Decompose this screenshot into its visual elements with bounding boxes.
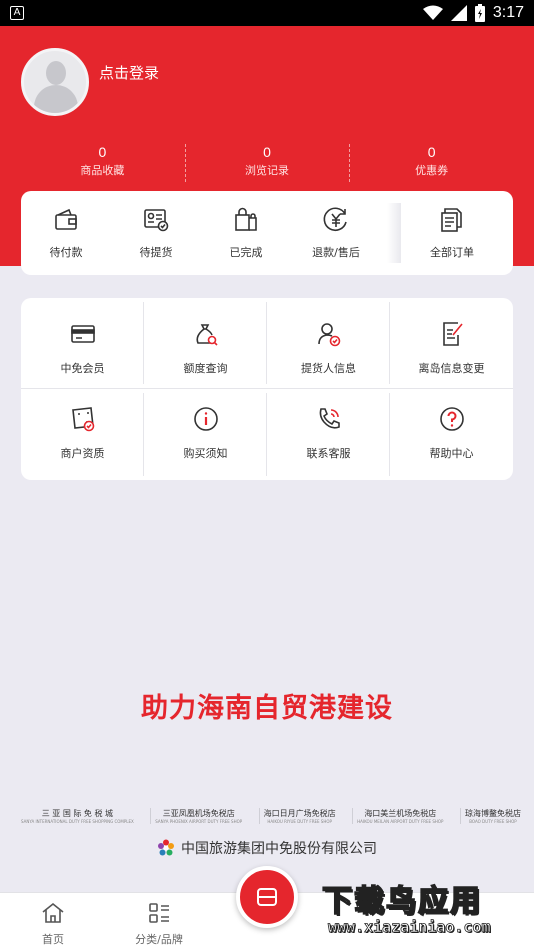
company-footer: 中国旅游集团中免股份有限公司 [0,838,534,858]
partner-logo: 海口日月广场免税店 HAIKOU RIYUE DUTY FREE SHOP [258,808,336,824]
shop-icon [257,888,277,906]
partner-logo: 三 亚 国 际 免 税 城 SANYA INTERNATIONAL DUTY FR… [21,808,134,824]
partner-name: 三亚凤凰机场免税店 [162,809,235,818]
partner-logo: 三亚凤凰机场免税店 SANYA PHOENIX AIRPORT DUTY FREE… [150,808,242,824]
partner-sub: HAIKOU MEILAN AIRPORT DUTY FREE SHOP [357,819,444,824]
member-card-icon [70,325,95,343]
order-card: 待付款 待提货 已完成 退款/售后 全部订单 [21,191,513,275]
service-pickup-person[interactable]: 提货人信息 [267,298,390,389]
wallet-icon [55,208,77,230]
order-label: 全部订单 [430,246,474,259]
partner-name: 琼海博鳌免税店 [464,809,521,818]
service-label: 商户资质 [60,447,105,460]
order-divider [387,203,401,263]
stat-favorites[interactable]: 0 商品收藏 [20,142,185,184]
service-label: 购买须知 [183,447,228,460]
stat-value: 0 [427,144,436,160]
info-icon [193,407,218,431]
nav-label: 首页 [42,933,64,946]
category-icon [149,903,169,923]
stat-label: 商品收藏 [80,164,125,177]
wifi-icon [422,5,443,20]
order-label: 退款/售后 [312,246,360,259]
service-label: 联系客服 [306,447,351,460]
stat-label: 优惠券 [415,164,449,177]
partner-logo: 琼海博鳌免税店 BOAO DUTY FREE SHOP [459,808,521,824]
status-time: 3:17 [492,4,524,21]
service-label: 中免会员 [60,362,105,375]
stat-coupons[interactable]: 0 优惠券 [349,142,514,184]
partner-sub: BOAO DUTY FREE SHOP [469,819,517,824]
nav-home[interactable]: 首页 [0,893,106,948]
shopping-bags-icon [235,207,257,231]
battery-icon [474,4,485,22]
login-link[interactable]: 点击登录 [99,62,159,83]
order-all[interactable]: 全部订单 [407,206,497,260]
stats-row: 0 商品收藏 0 浏览记录 0 优惠券 [20,142,514,184]
help-icon [439,407,464,431]
nav-category[interactable]: 分类/品牌 [106,893,212,948]
company-name: 中国旅游集团中免股份有限公司 [181,841,377,857]
stat-history[interactable]: 0 浏览记录 [184,142,350,184]
service-member[interactable]: 中免会员 [21,298,144,389]
pickup-card-icon [144,209,169,232]
order-label: 待付款 [49,246,83,259]
service-help[interactable]: 帮助中心 [390,389,513,480]
order-refund[interactable]: 退款/售后 [291,206,381,260]
order-pending-payment[interactable]: 待付款 [21,206,111,260]
order-completed[interactable]: 已完成 [201,206,291,260]
stat-value: 0 [263,144,271,160]
slogan: 助力海南自贸港建设 [141,693,393,724]
center-shop-button[interactable] [236,866,298,928]
stat-value: 0 [98,144,107,160]
signal-icon [450,5,467,21]
stat-label: 浏览记录 [245,164,289,177]
watermark-title: 下载鸟应用 [321,883,482,920]
service-contact[interactable]: 联系客服 [267,389,390,480]
partner-logos: 三 亚 国 际 免 税 城 SANYA INTERNATIONAL DUTY FR… [21,808,521,824]
partner-sub: HAIKOU RIYUE DUTY FREE SHOP [267,819,332,824]
notification-app-icon: A [10,6,24,20]
order-pending-pickup[interactable]: 待提货 [111,206,201,260]
service-merchant-qualification[interactable]: 商户资质 [21,389,144,480]
pickup-person-icon [317,323,340,347]
service-purchase-notice[interactable]: 购买须知 [144,389,267,480]
partner-name: 海口日月广场免税店 [263,809,336,818]
partner-name: 海口美兰机场免税店 [364,809,437,818]
service-quota[interactable]: 额度查询 [144,298,267,389]
service-label: 额度查询 [183,362,228,375]
status-bar: A 3:17 [0,0,534,26]
service-label: 帮助中心 [429,447,474,460]
phone-service-icon [319,408,340,429]
order-label: 已完成 [229,246,263,259]
service-label: 提货人信息 [301,362,356,375]
partner-name: 三 亚 国 际 免 税 城 [41,809,114,818]
company-logo-icon [158,839,174,856]
partner-sub: SANYA PHOENIX AIRPORT DUTY FREE SHOP [155,819,243,824]
service-label: 离岛信息变更 [418,362,485,375]
service-island-info[interactable]: 离岛信息变更 [390,298,513,389]
service-grid: 中免会员 额度查询 提货人信息 离岛信息变更 商户资质 购买须知 联系客服 帮助… [21,298,513,480]
nav-label: 分类/品牌 [135,933,183,946]
home-icon [42,902,64,923]
refund-yen-icon [323,207,347,231]
document-list-icon [441,208,462,232]
user-avatar-icon[interactable] [21,48,89,116]
watermark-url: www.xiazainiao.com [328,918,491,937]
watermark: 下载鸟应用 www.xiazainiao.com [318,876,530,948]
partner-sub: SANYA INTERNATIONAL DUTY FREE SHOPPING C… [21,819,134,824]
partner-logo: 海口美兰机场免税店 HAIKOU MEILAN AIRPORT DUTY FREE… [352,808,443,824]
merchant-qualification-icon [71,407,94,432]
order-label: 待提货 [139,246,173,259]
edit-form-icon [442,322,463,346]
quota-bag-icon [195,324,218,346]
